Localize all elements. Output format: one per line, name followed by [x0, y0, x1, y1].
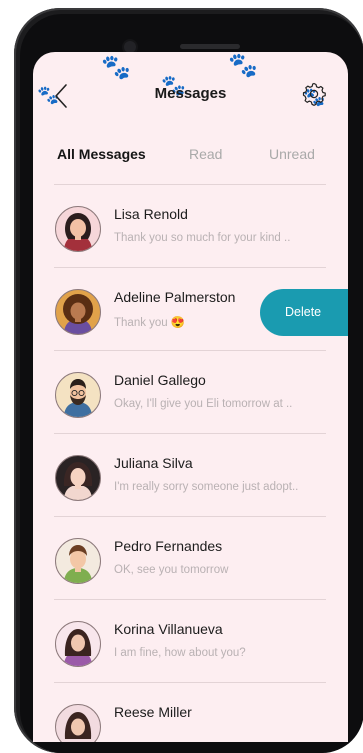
- earpiece-speaker: [180, 44, 240, 49]
- conversation-row[interactable]: Adeline Palmerston Thank you 😍 Delete: [33, 268, 348, 351]
- app-header: Messages: [33, 52, 348, 132]
- message-preview: OK, see you tomorrow: [114, 564, 229, 576]
- avatar: [55, 538, 101, 584]
- avatar: [55, 455, 101, 501]
- tab-all-messages[interactable]: All Messages: [57, 146, 146, 162]
- contact-name: Korina Villanueva: [114, 621, 223, 637]
- avatar: [55, 621, 101, 667]
- message-preview: Okay, I'll give you Eli tomorrow at ..: [114, 398, 293, 410]
- avatar: [55, 704, 101, 742]
- contact-name: Daniel Gallego: [114, 372, 206, 388]
- conversation-row[interactable]: Lisa Renold Thank you so much for your k…: [33, 185, 348, 268]
- contact-name: Lisa Renold: [114, 206, 188, 222]
- contact-name: Juliana Silva: [114, 455, 193, 471]
- tab-unread[interactable]: Unread: [269, 146, 315, 162]
- avatar: [55, 372, 101, 418]
- gear-icon[interactable]: [301, 81, 327, 107]
- conversation-row[interactable]: Korina Villanueva I am fine, how about y…: [33, 600, 348, 683]
- contact-name: Reese Miller: [114, 704, 192, 720]
- tab-read[interactable]: Read: [189, 146, 222, 162]
- message-preview: I'm really sorry someone just adopt..: [114, 481, 299, 493]
- conversation-row[interactable]: Juliana Silva I'm really sorry someone j…: [33, 434, 348, 517]
- message-filter-tabs: All Messages Read Unread: [33, 140, 348, 180]
- message-preview: I am fine, how about you?: [114, 647, 246, 659]
- message-preview: Thank you so much for your kind ..: [114, 232, 291, 244]
- app-screen: 🐾 🐾 🐾 🐾 🐾 Messages All Messages Read Unr…: [33, 52, 348, 742]
- conversation-row[interactable]: Pedro Fernandes OK, see you tomorrow: [33, 517, 348, 600]
- avatar: [55, 289, 101, 335]
- conversation-list: Lisa Renold Thank you so much for your k…: [33, 185, 348, 742]
- conversation-row[interactable]: Reese Miller: [33, 683, 348, 742]
- conversation-row[interactable]: Daniel Gallego Okay, I'll give you Eli t…: [33, 351, 348, 434]
- delete-button[interactable]: Delete: [260, 289, 348, 336]
- contact-name: Pedro Fernandes: [114, 538, 223, 554]
- contact-name: Adeline Palmerston: [114, 289, 236, 305]
- avatar: [55, 206, 101, 252]
- message-preview: Thank you 😍: [114, 317, 186, 329]
